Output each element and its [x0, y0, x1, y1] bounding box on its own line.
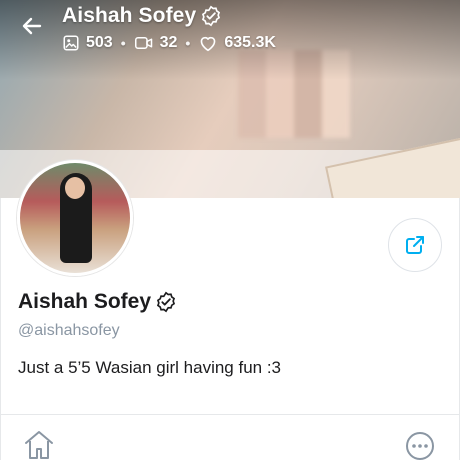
image-icon	[63, 35, 79, 51]
videos-stat[interactable]: 32	[134, 34, 178, 52]
stats-separator: •	[185, 35, 191, 51]
heart-icon	[200, 36, 216, 52]
likes-count: 635.3K	[224, 34, 276, 51]
header-stats: 503 • 32 • 635.3K	[62, 34, 276, 52]
profile-bio: Just a 5’5 Wasian girl having fun :3	[18, 358, 282, 377]
more-button[interactable]	[404, 430, 438, 464]
verified-badge-icon	[156, 291, 176, 313]
more-dots-icon	[406, 432, 434, 460]
profile-name-row: Aishah Sofey	[18, 290, 177, 314]
videos-count: 32	[159, 34, 178, 51]
share-button[interactable]	[388, 218, 442, 272]
likes-stat[interactable]: 635.3K	[198, 34, 276, 52]
photos-stat[interactable]: 503	[62, 34, 113, 52]
arrow-left-icon	[22, 17, 42, 35]
back-button[interactable]	[18, 12, 46, 40]
verified-badge-icon	[202, 5, 221, 27]
share-icon	[406, 236, 424, 254]
top-bar: Aishah Sofey 503 • 32 • 635.3K	[0, 0, 460, 60]
cover-book	[325, 134, 460, 198]
header-title: Aishah Sofey	[62, 4, 197, 27]
profile-name: Aishah Sofey	[18, 290, 152, 313]
avatar[interactable]	[17, 160, 133, 276]
stats-separator: •	[120, 35, 126, 51]
content-border-left	[0, 198, 1, 460]
home-icon	[25, 431, 53, 459]
section-divider	[0, 414, 460, 415]
photos-count: 503	[86, 34, 113, 51]
profile-handle: @aishahsofey	[18, 322, 120, 339]
video-icon	[134, 37, 152, 49]
header-title-block: Aishah Sofey 503 • 32 • 635.3K	[62, 4, 276, 52]
avatar-face	[65, 177, 85, 199]
home-button[interactable]	[22, 428, 56, 462]
